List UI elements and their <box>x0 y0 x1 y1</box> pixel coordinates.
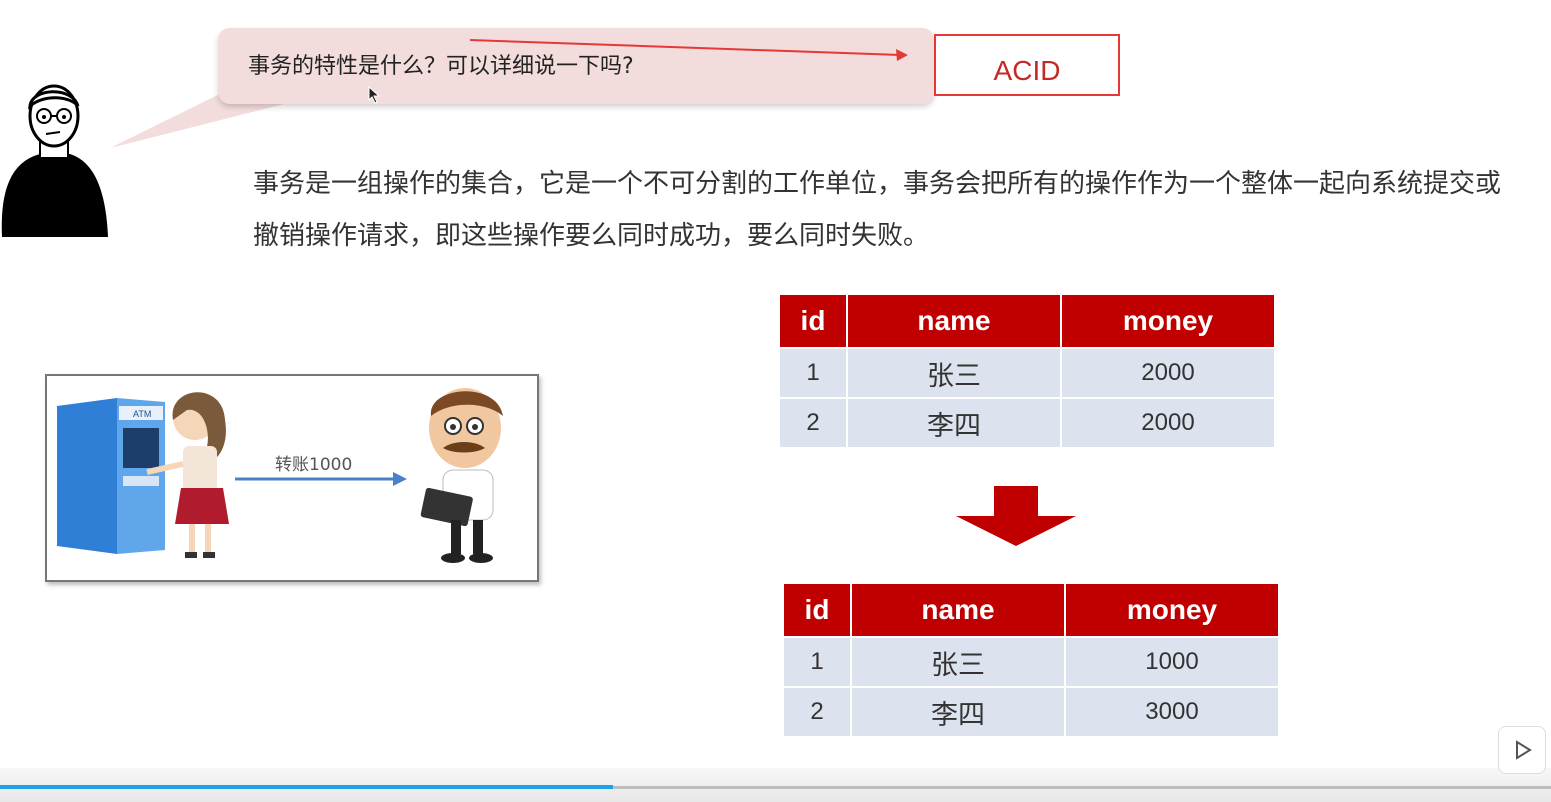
cell-money: 2000 <box>1060 347 1276 399</box>
cell-id: 2 <box>778 397 848 449</box>
table-row: 2 李四 2000 <box>778 397 1276 449</box>
cell-id: 2 <box>782 686 852 738</box>
table-row: 1 张三 1000 <box>782 636 1280 688</box>
cell-id: 1 <box>778 347 848 399</box>
cell-name: 张三 <box>850 636 1066 688</box>
avatar-icon <box>1 84 108 237</box>
header-id: id <box>782 582 852 638</box>
header-money: money <box>1060 293 1276 349</box>
cursor-icon <box>368 86 381 104</box>
table-row: 1 张三 2000 <box>778 347 1276 399</box>
atm-scene-art: ATM <box>57 388 503 563</box>
progress-fill[interactable] <box>0 785 613 789</box>
cell-id: 1 <box>782 636 852 688</box>
accounts-table-after: id name money 1 张三 1000 2 李四 3000 <box>782 582 1280 738</box>
play-button[interactable] <box>1498 726 1546 774</box>
transaction-definition: 事务是一组操作的集合，它是一个不可分割的工作单位，事务会把所有的操作作为一个整体… <box>253 169 1502 251</box>
down-arrow-icon <box>956 486 1076 546</box>
cell-name: 李四 <box>850 686 1066 738</box>
play-icon <box>1516 740 1532 760</box>
cell-name: 张三 <box>846 347 1062 399</box>
cell-name: 李四 <box>846 397 1062 449</box>
transfer-label: 转账1000 <box>275 455 353 475</box>
cell-money: 1000 <box>1064 636 1280 688</box>
accounts-table-before: id name money 1 张三 2000 2 李四 2000 <box>778 293 1276 449</box>
table-row: 2 李四 3000 <box>782 686 1280 738</box>
header-name: name <box>850 582 1066 638</box>
header-money: money <box>1064 582 1280 638</box>
cell-money: 3000 <box>1064 686 1280 738</box>
header-id: id <box>778 293 848 349</box>
atm-label: ATM <box>133 409 151 419</box>
answer-box: ACID <box>934 34 1120 96</box>
question-text: 事务的特性是什么？可以详细说一下吗? <box>248 54 634 79</box>
header-name: name <box>846 293 1062 349</box>
cell-money: 2000 <box>1060 397 1276 449</box>
